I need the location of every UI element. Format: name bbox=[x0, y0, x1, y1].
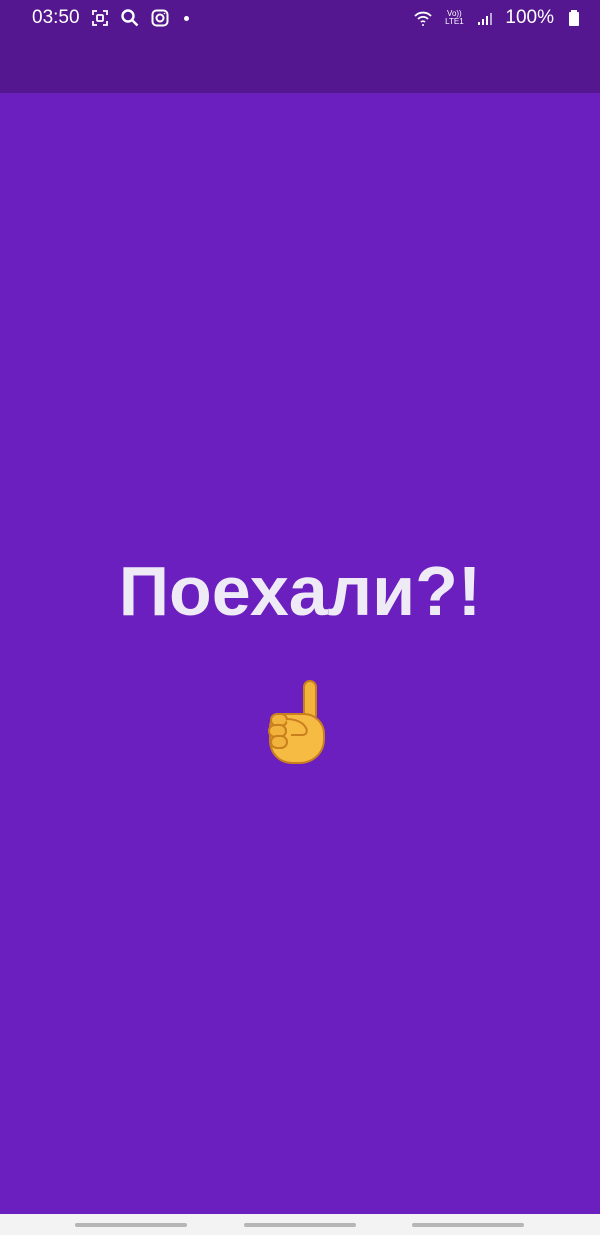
page-title: Поехали?! bbox=[118, 552, 482, 630]
network-type: Vo)) LTE1 bbox=[443, 10, 465, 26]
nav-home-button[interactable] bbox=[244, 1223, 356, 1227]
battery-level: 100% bbox=[505, 7, 554, 28]
battery-icon bbox=[564, 8, 584, 28]
status-bar: 03:50 Vo)) LTE1 100% bbox=[0, 0, 600, 36]
navigation-bar bbox=[0, 1214, 600, 1235]
wifi-icon bbox=[413, 8, 433, 28]
status-bar-left: 03:50 bbox=[32, 7, 189, 29]
status-bar-right: Vo)) LTE1 100% bbox=[413, 7, 584, 29]
app-bar bbox=[0, 36, 600, 93]
index-pointing-up-icon bbox=[262, 679, 334, 765]
signal-icon bbox=[475, 8, 495, 28]
network-type-bottom: LTE1 bbox=[445, 17, 464, 26]
nav-recent-apps-button[interactable] bbox=[75, 1223, 187, 1227]
instagram-icon bbox=[150, 8, 170, 28]
main-content: Поехали?! bbox=[0, 93, 600, 1214]
screen-capture-icon bbox=[90, 8, 110, 28]
notification-dot-icon bbox=[183, 15, 189, 21]
nav-back-button[interactable] bbox=[412, 1223, 524, 1227]
search-icon bbox=[120, 8, 140, 28]
status-time: 03:50 bbox=[32, 7, 80, 28]
